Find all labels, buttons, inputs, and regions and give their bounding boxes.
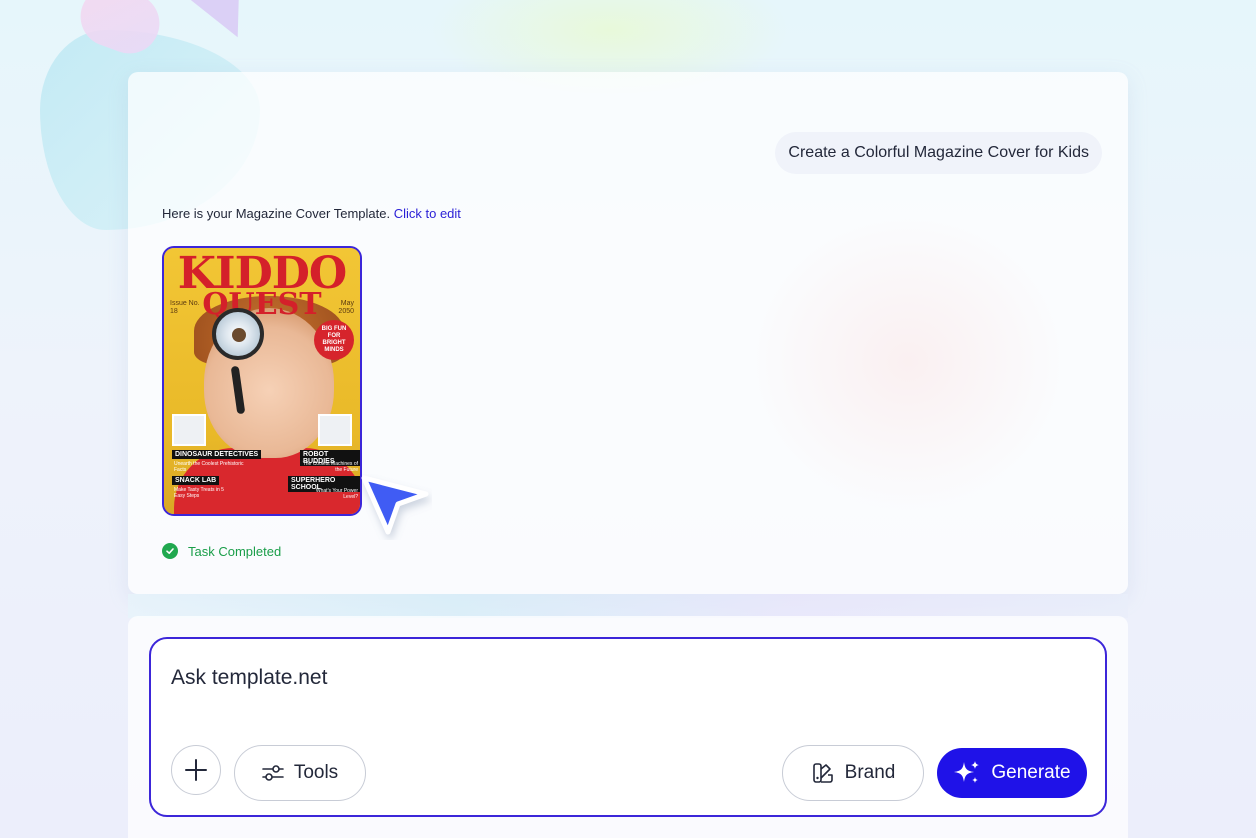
plus-icon (185, 759, 207, 781)
palette-icon (812, 763, 833, 783)
background-shape-pink (72, 0, 168, 62)
cover-issue: Issue No. 18 (170, 300, 200, 315)
prompt-box: Tools Brand Generate (149, 637, 1107, 817)
brand-label: Brand (844, 762, 896, 783)
check-circle-icon (162, 543, 178, 559)
cover-date: May 2050 (338, 300, 354, 315)
tools-button[interactable]: Tools (234, 745, 366, 801)
user-message-bubble: Create a Colorful Magazine Cover for Kid… (775, 132, 1102, 174)
story-sub-4: What's Your Power Level? (315, 488, 358, 500)
composer-panel: Tools Brand Generate (128, 616, 1128, 838)
background-shape-purple (185, 0, 265, 50)
cover-badge: BIG FUN FOR BRIGHT MINDS (314, 320, 354, 360)
sliders-icon (262, 765, 284, 781)
magazine-cover-thumbnail[interactable]: KIDDO QUEST Issue No. 18 May 2050 BIG FU… (162, 246, 362, 516)
robot-thumbnail (318, 414, 352, 446)
click-to-edit-link[interactable]: Click to edit (394, 206, 461, 221)
magnifier-icon (212, 308, 264, 360)
reply-text: Here is your Magazine Cover Template. (162, 206, 391, 221)
sparkle-icon (954, 761, 980, 783)
story-sub-3: Make Tasty Treats in 5 Easy Steps (174, 487, 224, 499)
cursor-arrow-icon (361, 475, 429, 535)
tools-label: Tools (293, 762, 339, 783)
story-sub-1: Unearth the Coolest Prehistoric Facts (174, 461, 244, 473)
add-button[interactable] (171, 745, 221, 795)
task-status: Task Completed (162, 543, 281, 559)
status-text: Task Completed (188, 543, 282, 559)
generate-label: Generate (991, 762, 1071, 783)
story-sub-2: The Coolest Machines of the Future (302, 461, 358, 473)
prompt-input[interactable] (171, 663, 1071, 693)
assistant-reply: Here is your Magazine Cover Template. Cl… (162, 206, 461, 221)
generate-button[interactable]: Generate (937, 748, 1087, 798)
story-title-3: SNACK LAB (172, 476, 220, 485)
dinosaur-thumbnail (172, 414, 206, 446)
composer-divider-glow (128, 594, 1128, 618)
story-title-1: DINOSAUR DETECTIVES (172, 450, 262, 459)
brand-button[interactable]: Brand (782, 745, 924, 801)
chat-panel: Create a Colorful Magazine Cover for Kid… (128, 72, 1128, 594)
